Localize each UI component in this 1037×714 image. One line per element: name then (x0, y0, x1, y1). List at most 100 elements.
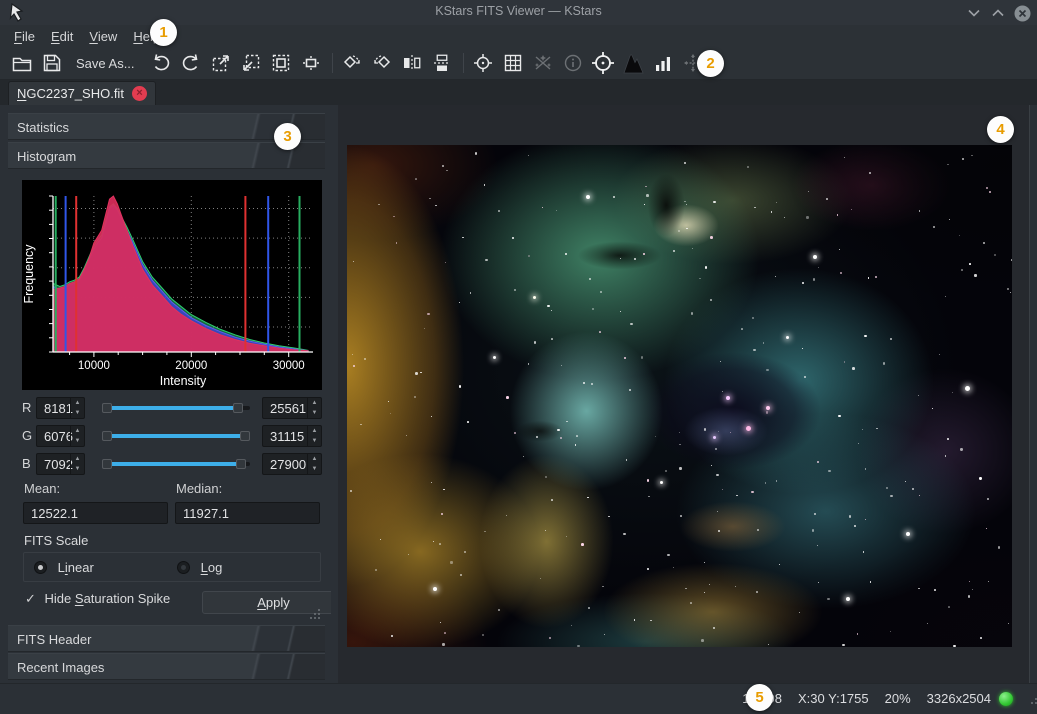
star (630, 323, 632, 325)
fits-image[interactable] (347, 145, 1012, 647)
star (429, 198, 431, 200)
spin-arrows-icon[interactable]: ▲▼ (307, 398, 321, 418)
blue-max-spinbox[interactable]: 27900▲▼ (262, 453, 322, 475)
tab-ngc2237-sho[interactable]: NGC2237_SHO.fit × (8, 81, 156, 105)
tab-close-icon[interactable]: × (132, 86, 147, 101)
spin-arrows-icon[interactable]: ▲▼ (70, 426, 84, 446)
star (808, 191, 809, 192)
star (551, 310, 552, 311)
spin-arrows-icon[interactable]: ▲▼ (70, 398, 84, 418)
red-max-spinbox[interactable]: 25561▲▼ (262, 397, 322, 419)
radio-linear[interactable]: Linear (34, 559, 94, 575)
zoom-actual-size-button[interactable] (297, 49, 325, 77)
close-button[interactable] (1013, 4, 1031, 22)
star (566, 421, 568, 423)
star (560, 437, 562, 439)
fits-scale-title: FITS Scale (24, 533, 88, 548)
show-grid-button[interactable] (499, 49, 527, 77)
hide-saturation-spike-checkbox[interactable]: ✓ Hide Saturation Spike (25, 591, 170, 606)
star (350, 490, 352, 492)
zoom-in-button[interactable] (207, 49, 235, 77)
flip-horizontal-button[interactable] (398, 49, 426, 77)
star (802, 282, 804, 284)
section-fits-header[interactable]: FITS Header (8, 625, 325, 652)
red-range-slider[interactable] (102, 404, 250, 412)
star (718, 431, 719, 432)
center-telescope-button[interactable] (589, 49, 617, 77)
star (420, 372, 422, 374)
star (566, 536, 567, 537)
star (753, 349, 755, 351)
spin-arrows-icon[interactable]: ▲▼ (307, 454, 321, 474)
star (459, 302, 460, 303)
star (431, 482, 432, 483)
star (604, 634, 605, 635)
open-file-button[interactable] (8, 49, 36, 77)
save-file-button[interactable] (38, 49, 66, 77)
connection-led-icon (999, 692, 1013, 706)
blue-min-spinbox[interactable]: 7092▲▼ (36, 453, 85, 475)
channel-row-blue: B 7092▲▼ 27900▲▼ (16, 453, 322, 475)
view-statistics-button[interactable] (649, 49, 677, 77)
rotate-left-button[interactable] (368, 49, 396, 77)
star (415, 372, 418, 375)
star (934, 589, 936, 591)
flip-horizontal-icon (401, 52, 423, 74)
star (851, 209, 853, 211)
star (837, 214, 838, 215)
zoom-to-fit-button[interactable] (267, 49, 295, 77)
minimize-button[interactable] (965, 4, 983, 22)
crosshair-icon (472, 52, 494, 74)
star (959, 235, 961, 237)
maximize-button[interactable] (989, 4, 1007, 22)
star (648, 496, 649, 497)
menu-file[interactable]: File (6, 27, 43, 46)
star (776, 480, 777, 481)
star (918, 395, 919, 396)
spin-arrows-icon[interactable]: ▲▼ (307, 426, 321, 446)
histogram-chart[interactable]: 100002000030000IntensityFrequency (22, 180, 322, 390)
star (623, 533, 626, 536)
center-crosshair-button[interactable] (469, 49, 497, 77)
star (818, 582, 819, 583)
star (644, 204, 645, 205)
save-as-button[interactable]: Save As... (68, 56, 143, 71)
zoom-out-button[interactable] (237, 49, 265, 77)
radio-log[interactable]: Log (177, 559, 222, 575)
star (620, 258, 621, 259)
flip-vertical-button[interactable] (428, 49, 456, 77)
green-range-slider[interactable] (102, 432, 250, 440)
bright-star (766, 406, 770, 410)
redo-button[interactable] (177, 49, 205, 77)
panel-splitter[interactable] (331, 105, 338, 683)
star (1007, 288, 1008, 289)
star (536, 436, 538, 438)
star (528, 255, 530, 257)
undo-button[interactable] (147, 49, 175, 77)
star (857, 633, 859, 635)
rotate-right-button[interactable] (338, 49, 366, 77)
star (776, 202, 777, 203)
spin-arrows-icon[interactable]: ▲▼ (70, 454, 84, 474)
star (626, 459, 628, 461)
star (704, 428, 706, 430)
star (440, 622, 441, 623)
blue-range-slider[interactable] (102, 460, 250, 468)
red-min-spinbox[interactable]: 8181▲▼ (36, 397, 85, 419)
green-max-spinbox[interactable]: 31115▲▼ (262, 425, 322, 447)
star (864, 335, 866, 337)
star (701, 639, 704, 642)
bar-chart-icon (652, 52, 674, 74)
star (571, 625, 572, 626)
apply-button[interactable]: Apply (202, 591, 345, 614)
star (587, 497, 589, 499)
section-recent-images[interactable]: Recent Images (8, 653, 325, 680)
star (763, 342, 764, 343)
green-min-spinbox[interactable]: 6076▲▼ (36, 425, 85, 447)
star (540, 578, 541, 579)
menu-edit[interactable]: Edit (43, 27, 81, 46)
star (722, 391, 724, 393)
menu-view[interactable]: View (81, 27, 125, 46)
toggle-stretch-button[interactable] (619, 49, 647, 77)
star (969, 581, 971, 583)
